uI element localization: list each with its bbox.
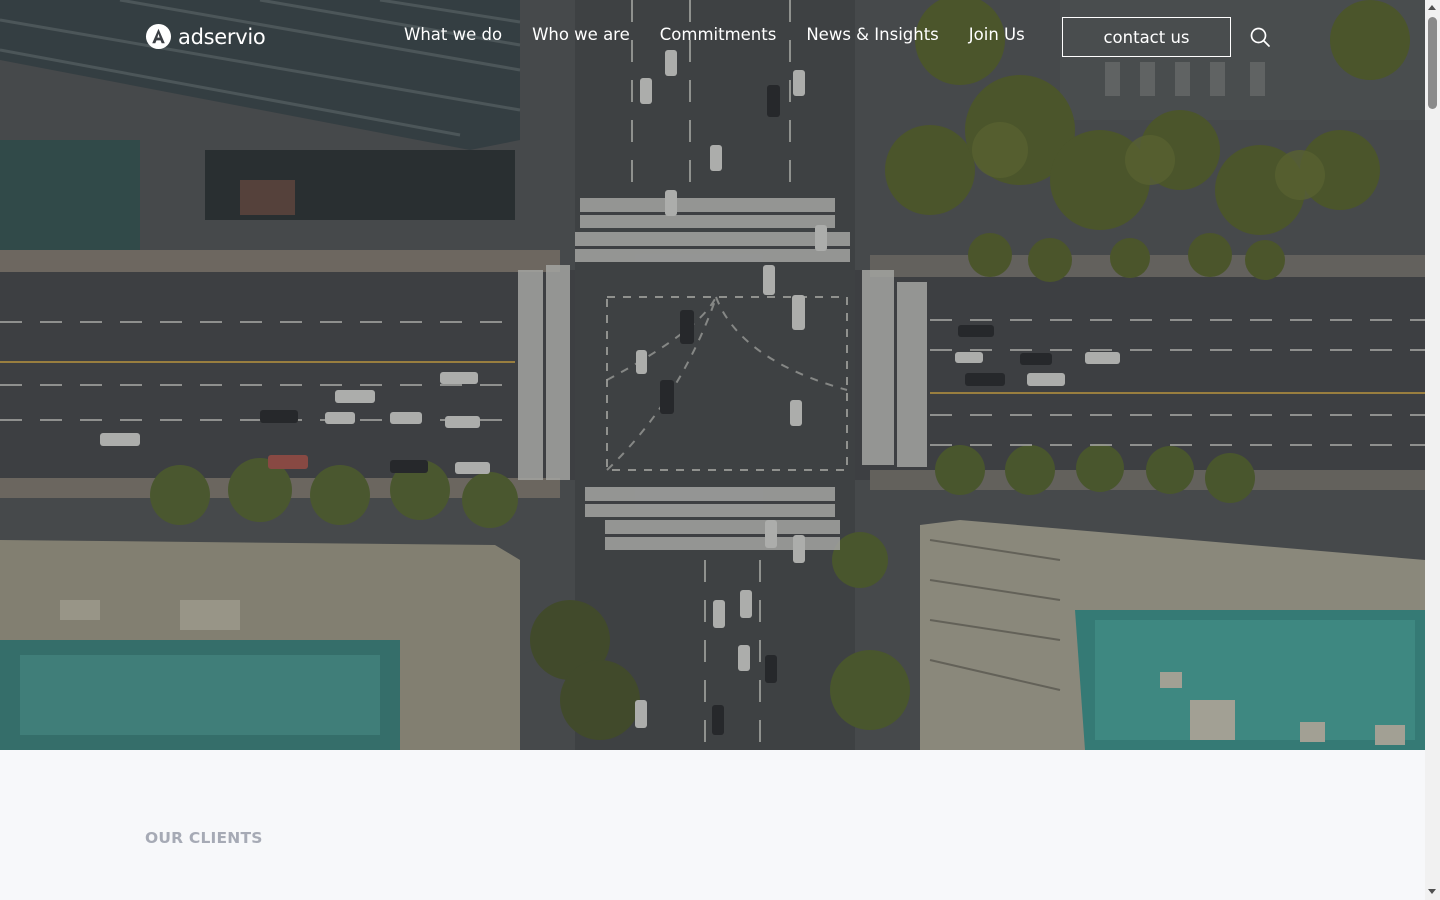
brand-logo[interactable]: adservio	[145, 23, 266, 50]
nav-item-join-us[interactable]: Join Us	[969, 24, 1025, 46]
nav-item-commitments[interactable]: Commitments	[660, 24, 777, 46]
page-scrollbar[interactable]	[1425, 0, 1440, 900]
adservio-logo-icon	[145, 23, 172, 50]
hero-banner	[0, 0, 1425, 750]
scrollbar-thumb[interactable]	[1428, 17, 1437, 109]
clients-eyebrow: OUR CLIENTS	[145, 829, 263, 847]
brand-name: adservio	[178, 24, 266, 49]
clients-section: OUR CLIENTS	[0, 750, 1425, 900]
nav-item-news-insights[interactable]: News & Insights	[806, 24, 938, 46]
nav-item-who-we-are[interactable]: Who we are	[532, 24, 630, 46]
hero-overlay	[0, 0, 1425, 750]
search-button[interactable]	[1248, 25, 1272, 49]
nav-item-what-we-do[interactable]: What we do	[404, 24, 502, 46]
scroll-down-arrow-icon[interactable]	[1428, 889, 1436, 894]
scroll-up-arrow-icon[interactable]	[1428, 5, 1436, 10]
main-nav: What we do Who we are Commitments News &…	[404, 24, 1025, 46]
search-icon	[1250, 27, 1270, 47]
contact-us-button[interactable]: contact us	[1062, 17, 1231, 57]
